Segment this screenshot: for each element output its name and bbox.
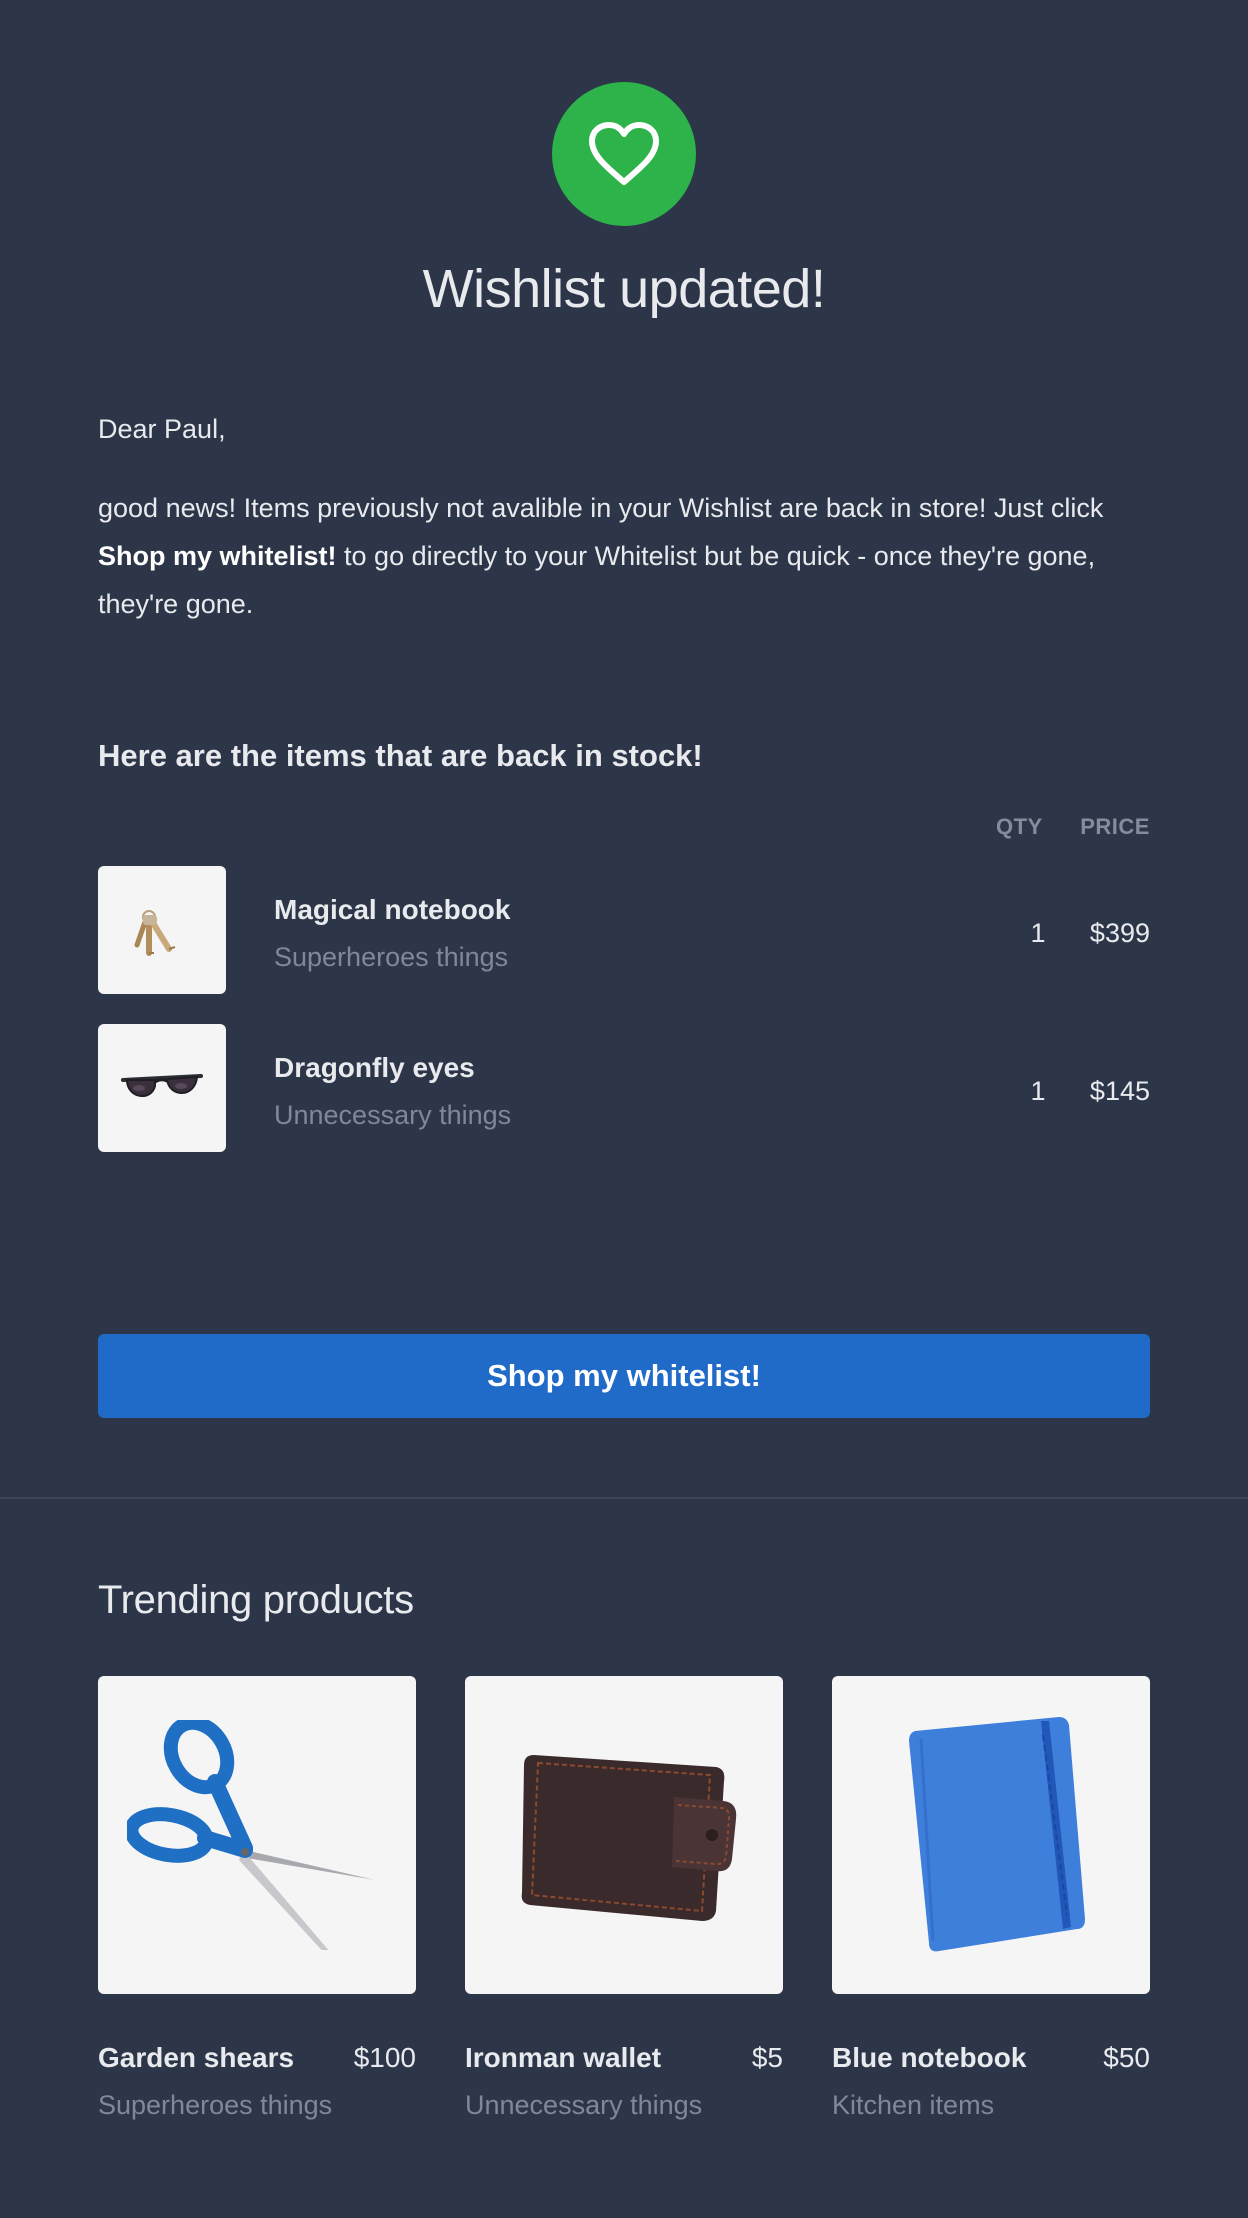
stock-item-row[interactable]: Dragonfly eyes Unnecessary things 1 $145: [98, 1024, 1150, 1152]
item-qty-value: 1: [1030, 918, 1046, 948]
product-name[interactable]: Blue notebook: [832, 2042, 1026, 2074]
scissors-image[interactable]: [98, 1676, 416, 1994]
email-page: Wishlist updated! Dear Paul, good news! …: [0, 0, 1248, 2218]
intro-text-start: good news! Items previously not avalible…: [98, 493, 1104, 523]
product-card[interactable]: Blue notebook $50 Kitchen items: [832, 1676, 1150, 2120]
stock-heading: Here are the items that are back in stoc…: [98, 738, 703, 773]
heart-icon: [552, 82, 696, 226]
product-name[interactable]: Ironman wallet: [465, 2042, 661, 2074]
item-category: Unnecessary things: [274, 1100, 512, 1130]
intro-paragraph: good news! Items previously not avalible…: [98, 484, 1150, 628]
product-category: Unnecessary things: [465, 2090, 703, 2120]
product-card[interactable]: Garden shears $100 Superheroes things: [98, 1676, 416, 2120]
notebook-image[interactable]: [832, 1676, 1150, 1994]
product-price: $100: [353, 2042, 416, 2073]
product-card[interactable]: Ironman wallet $5 Unnecessary things: [465, 1676, 783, 2120]
item-price: $145: [1089, 1076, 1150, 1106]
price-column-header: PRICE: [1080, 814, 1150, 839]
page-title: Wishlist updated!: [422, 259, 826, 319]
product-category: Kitchen items: [832, 2090, 995, 2120]
item-name[interactable]: Magical notebook: [274, 894, 510, 926]
trending-title: Trending products: [98, 1578, 414, 1622]
item-category: Superheroes things: [274, 942, 509, 972]
product-name[interactable]: Garden shears: [98, 2042, 294, 2074]
section-divider: [0, 1497, 1248, 1499]
product-price: $50: [1103, 2042, 1150, 2073]
qty-column-header: QTY: [996, 814, 1043, 839]
product-category: Superheroes things: [98, 2090, 333, 2120]
stock-item-row[interactable]: Magical notebook Superheroes things 1 $3…: [98, 866, 1150, 994]
greeting-text: Dear Paul,: [98, 414, 226, 444]
intro-text-bold: Shop my whitelist!: [98, 541, 337, 571]
item-name[interactable]: Dragonfly eyes: [274, 1052, 475, 1084]
item-qty-value: 1: [1030, 1076, 1046, 1106]
wallet-image[interactable]: [465, 1676, 783, 1994]
product-price: $5: [751, 2042, 783, 2073]
shop-whitelist-button[interactable]: Shop my whitelist!: [98, 1334, 1150, 1418]
sunglasses-image[interactable]: [98, 1024, 226, 1152]
item-price: $399: [1089, 918, 1150, 948]
keys-image[interactable]: [98, 866, 226, 994]
